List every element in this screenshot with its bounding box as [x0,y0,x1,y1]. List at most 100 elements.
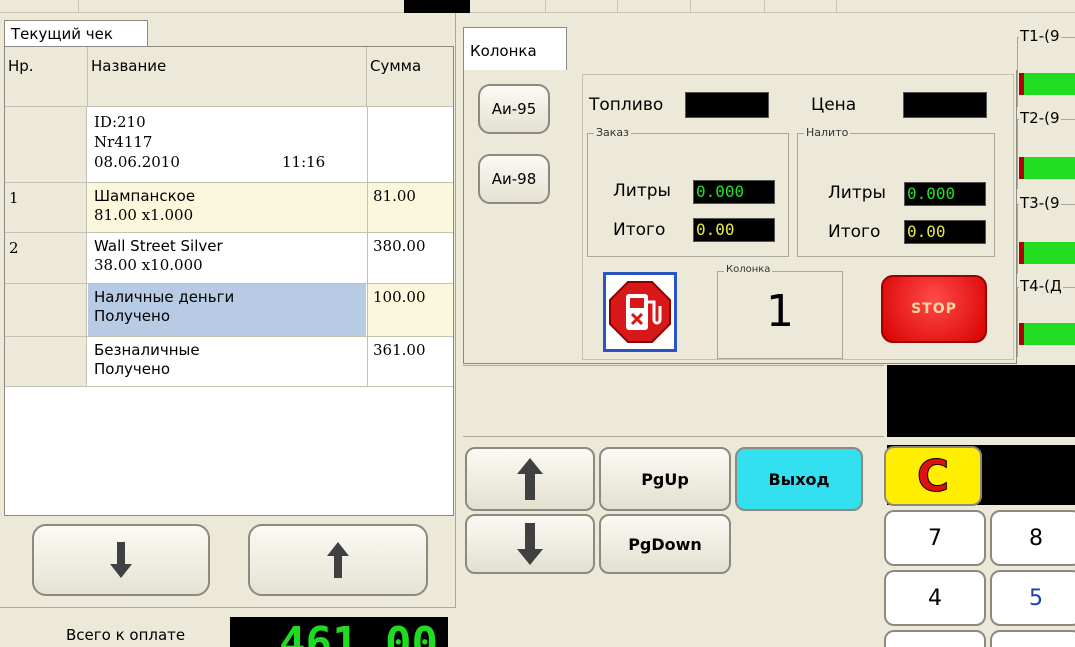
fuel-button-ai98[interactable]: Аи-98 [478,154,550,204]
receipt-table: Нр. Название Сумма ID:210 Nr4117 08.06.2… [4,46,454,516]
order-liters-display: 0.000 [693,180,775,204]
pump-panel: Аи-95 Аи-98 Топливо Цена Заказ Литры 0.0… [463,70,1017,364]
top-strip-divider [836,0,837,13]
top-strip-divider [78,0,79,13]
exit-button-label: Выход [768,469,830,489]
tank-3[interactable]: T3-(9 [1017,194,1075,276]
tab-current-receipt[interactable]: Текущий чек [4,20,148,47]
tab-current-receipt-label: Текущий чек [11,25,113,43]
row-name: Wall Street Silver [94,237,223,255]
table-row[interactable]: Наличные деньги Получено 100.00 [5,284,453,337]
pgdown-button-label: PgDown [628,534,702,554]
fuel-label: Топливо [589,95,664,115]
top-strip-indicator [404,0,470,13]
row-number: 1 [5,183,87,232]
row-name-cell: Безналичные Получено [88,337,366,386]
tank-1[interactable]: T1-(9 [1017,27,1075,109]
row-name: Наличные деньги [94,288,235,306]
stop-button[interactable]: STOP [881,275,987,343]
key-row-partial[interactable] [990,630,1075,647]
row-sum: 81.00 [367,183,453,232]
row-name-cell: Wall Street Silver 38.00 x10.000 [88,233,366,283]
order-caption: Заказ [594,126,632,139]
row-name-cell: Шампанское 81.00 x1.000 [88,183,366,232]
row-sum-cell [367,107,453,182]
pgup-button[interactable]: PgUp [599,447,731,511]
row-detail: Получено [94,360,170,378]
poured-total-display: 0.00 [904,220,986,244]
key-4[interactable]: 4 [884,570,986,626]
table-row[interactable]: 1 Шампанское 81.00 x1.000 81.00 [5,183,453,233]
keypad-display [887,365,1075,437]
pump-details: Топливо Цена Заказ Литры 0.000 Итого 0.0… [582,74,1014,360]
row-sum: 380.00 [367,233,453,283]
poured-group: Налито Литры 0.000 Итого 0.00 [797,126,995,257]
tanks-column: T1-(9 T2-(9 T3-(9 T4-(Д [1017,13,1075,365]
key-row-partial[interactable] [884,630,986,647]
total-label: Всего к оплате [66,626,186,644]
clear-key[interactable]: C [884,446,982,506]
key-7[interactable]: 7 [884,510,986,566]
row-number-cell [5,107,87,182]
page-up-arrow-button[interactable] [465,447,595,511]
table-row[interactable]: 2 Wall Street Silver 38.00 x10.000 380.0… [5,233,453,284]
table-row[interactable]: Безналичные Получено 361.00 [5,337,453,387]
tank-2[interactable]: T2-(9 [1017,109,1075,191]
tank-label: T3-(9 [1019,194,1061,212]
row-detail: 81.00 x1.000 [94,206,194,224]
tank-level-bar [1019,157,1075,179]
tank-label: T1-(9 [1019,27,1061,45]
tab-pump[interactable]: Колонка [463,27,567,71]
fuel-button-ai98-label: Аи-98 [491,170,537,188]
keypad: C 7 8 4 5 [884,365,1075,647]
key-4-label: 4 [928,585,942,611]
pump-number-caption: Колонка [724,264,773,275]
poured-liters-label: Литры [828,183,886,203]
key-5[interactable]: 5 [990,570,1075,626]
order-group: Заказ Литры 0.000 Итого 0.00 [587,126,789,257]
divider [463,436,884,437]
receipt-header-row[interactable]: ID:210 Nr4117 08.06.2010 11:16 [5,107,453,183]
column-header-name-label: Название [91,57,167,75]
row-name: Безналичные [94,341,200,359]
scroll-up-button[interactable] [248,524,428,596]
exit-button[interactable]: Выход [735,447,863,511]
poured-liters-display: 0.000 [904,182,986,206]
arrow-up-icon [327,542,349,578]
row-detail: 38.00 x10.000 [94,256,203,274]
receipt-time: 11:16 [282,153,326,171]
key-8-label: 8 [1029,525,1043,551]
tank-level-bar [1019,323,1075,345]
top-strip-divider [690,0,691,13]
row-number [5,337,87,386]
key-7-label: 7 [928,525,942,551]
total-display: 461.00 [230,617,448,647]
arrow-down-icon [517,523,543,565]
fuel-button-ai95-label: Аи-95 [491,100,537,118]
tank-level-bar [1019,242,1075,264]
pump-number: 1 [766,286,794,337]
receipt-header-info: ID:210 Nr4117 08.06.2010 11:16 [88,107,366,182]
scroll-down-button[interactable] [32,524,210,596]
poured-total-label: Итого [828,222,881,242]
top-strip-divider [617,0,618,13]
order-total-display: 0.00 [693,218,775,242]
receipt-date: 08.06.2010 [94,153,180,171]
pgdown-button[interactable]: PgDown [599,514,731,574]
column-header-sum-label: Сумма [370,57,422,75]
column-header-sum: Сумма [367,47,453,107]
row-name-cell: Наличные деньги Получено [88,284,366,336]
arrow-down-icon [110,542,132,578]
column-header-number-label: Нр. [8,57,34,75]
pump-block-button[interactable] [603,272,677,352]
pgup-button-label: PgUp [641,469,689,489]
fuel-display [685,92,769,118]
page-down-arrow-button[interactable] [465,514,595,574]
fuel-button-ai95[interactable]: Аи-95 [478,84,550,134]
fuel-pump-blocked-icon [609,281,671,343]
tank-frame [1017,287,1075,357]
tank-4[interactable]: T4-(Д [1017,277,1075,359]
navigation-panel: PgUp Выход PgDown [463,365,884,647]
key-8[interactable]: 8 [990,510,1075,566]
column-header-name: Название [88,47,367,107]
